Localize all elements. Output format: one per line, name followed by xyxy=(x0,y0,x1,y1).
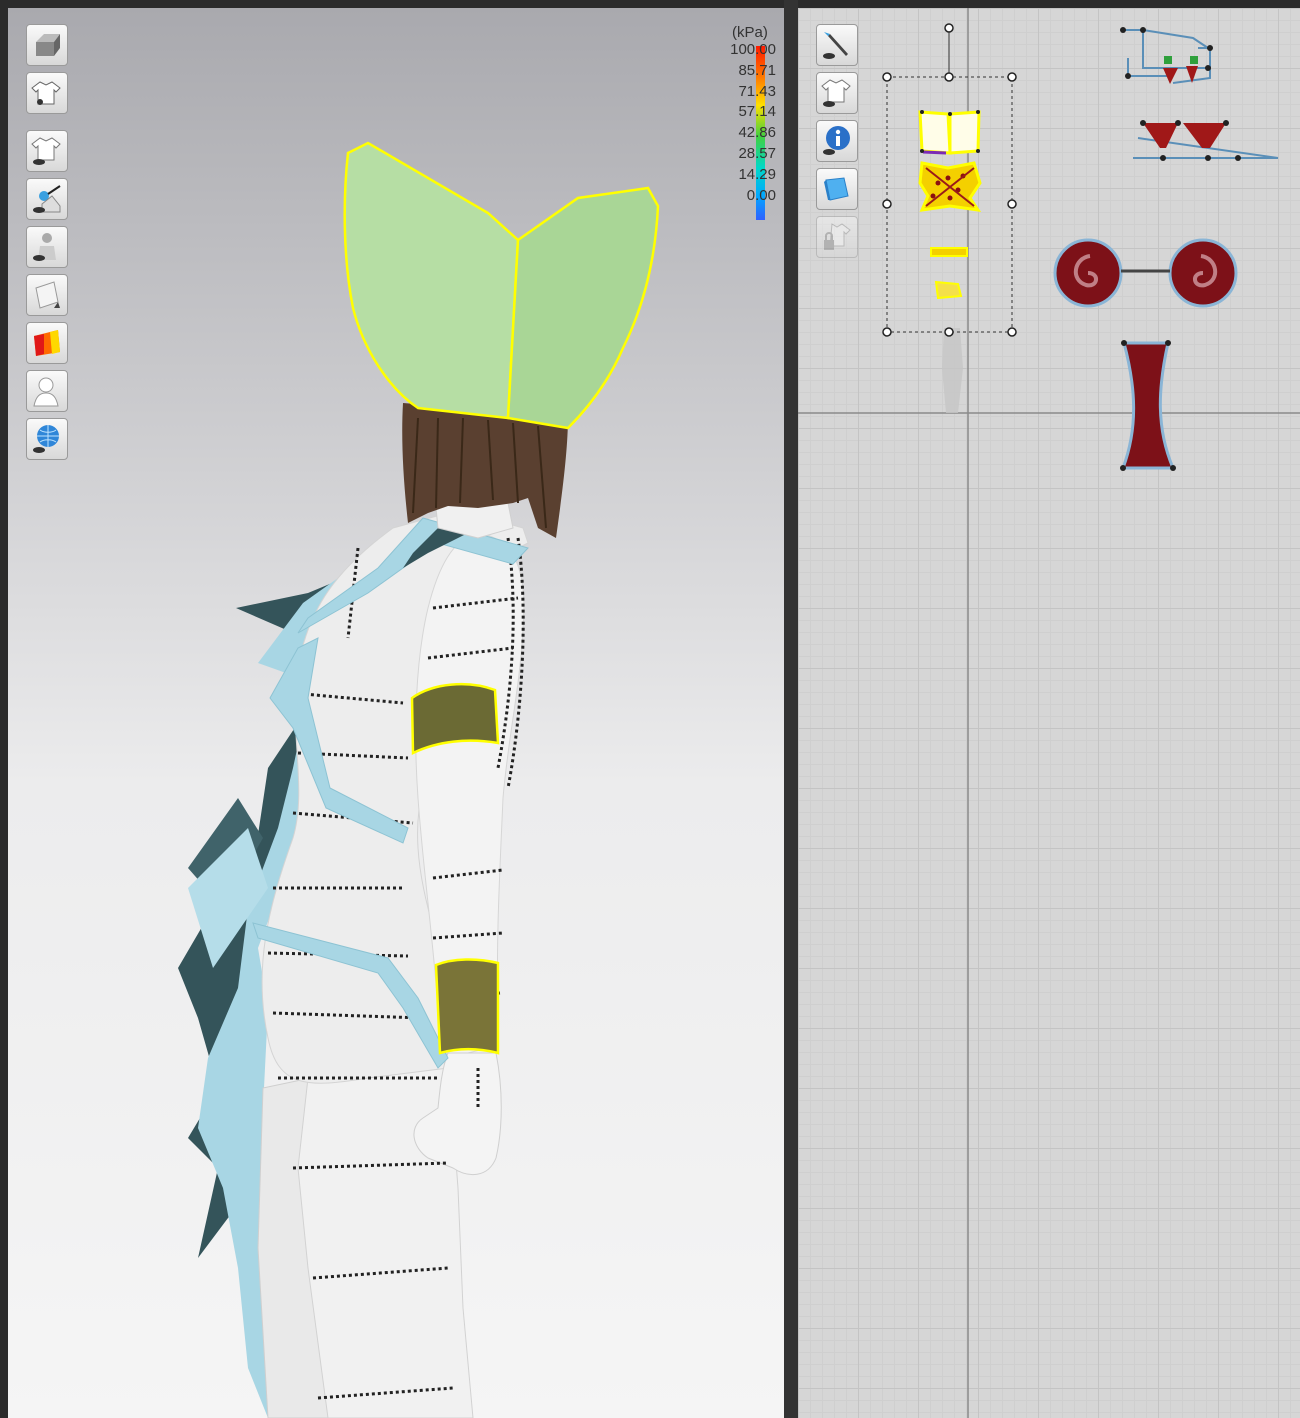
legend-tick: 0.00 xyxy=(746,186,776,204)
strap-pattern-red-pieces[interactable] xyxy=(1143,66,1226,148)
show-garment-icon[interactable] xyxy=(26,72,68,114)
show-pins-icon[interactable] xyxy=(26,178,68,220)
pressure-map-icon[interactable] xyxy=(26,322,68,364)
spiral-pattern-pieces[interactable] xyxy=(1053,238,1238,308)
avatar-silhouette-2d xyxy=(942,328,963,413)
waist-pattern-piece[interactable] xyxy=(1120,341,1176,470)
bodice-pattern-pieces[interactable] xyxy=(918,161,982,212)
show-garment-eye-icon[interactable] xyxy=(26,130,68,172)
pen-eye-icon[interactable] xyxy=(816,24,858,66)
hat-pattern-pieces[interactable] xyxy=(918,110,981,155)
globe-icon[interactable] xyxy=(26,418,68,460)
strap-pattern-handles xyxy=(1120,27,1241,161)
avatar-silhouette-icon[interactable] xyxy=(26,370,68,412)
garment-2d-icon[interactable] xyxy=(816,72,858,114)
legend-unit: (kPa) xyxy=(732,24,768,41)
2d-scene[interactable] xyxy=(798,8,1300,1418)
texture-icon[interactable] xyxy=(26,274,68,316)
legend-tick: 100.00 xyxy=(730,41,776,58)
3d-toolbar xyxy=(26,24,68,466)
3d-viewport[interactable]: (kPa) 100.00 85.71 71.43 57.14 42.86 28.… xyxy=(8,8,784,1418)
pressure-legend: (kPa) 100.00 85.71 71.43 57.14 42.86 28.… xyxy=(720,24,780,224)
wristband-pattern[interactable] xyxy=(934,280,963,300)
info-icon[interactable] xyxy=(816,120,858,162)
avatar-box-icon[interactable] xyxy=(26,24,68,66)
legend-tick: 71.43 xyxy=(738,82,776,100)
armband-pattern[interactable] xyxy=(930,247,968,257)
legend-ticks: 100.00 85.71 71.43 57.14 42.86 28.57 14.… xyxy=(720,40,778,206)
legend-tick: 14.29 xyxy=(738,165,776,183)
hat-right-panel[interactable] xyxy=(506,186,660,430)
2d-pattern-window[interactable] xyxy=(798,8,1300,1418)
viewport-splitter[interactable] xyxy=(784,0,798,1418)
legend-tick: 57.14 xyxy=(738,103,776,121)
hat-left-panel[interactable] xyxy=(343,141,520,420)
show-avatar-icon[interactable] xyxy=(26,226,68,268)
legend-tick: 28.57 xyxy=(738,144,776,162)
wrist-band[interactable] xyxy=(434,958,500,1055)
lock-garment-icon[interactable] xyxy=(816,216,858,258)
2d-toolbar xyxy=(816,24,858,264)
fabric-icon[interactable] xyxy=(816,168,858,210)
3d-scene[interactable] xyxy=(8,8,784,1418)
legend-tick: 42.86 xyxy=(738,124,776,142)
legend-tick: 85.71 xyxy=(738,61,776,79)
strap-pattern-green-bits xyxy=(1164,56,1198,64)
